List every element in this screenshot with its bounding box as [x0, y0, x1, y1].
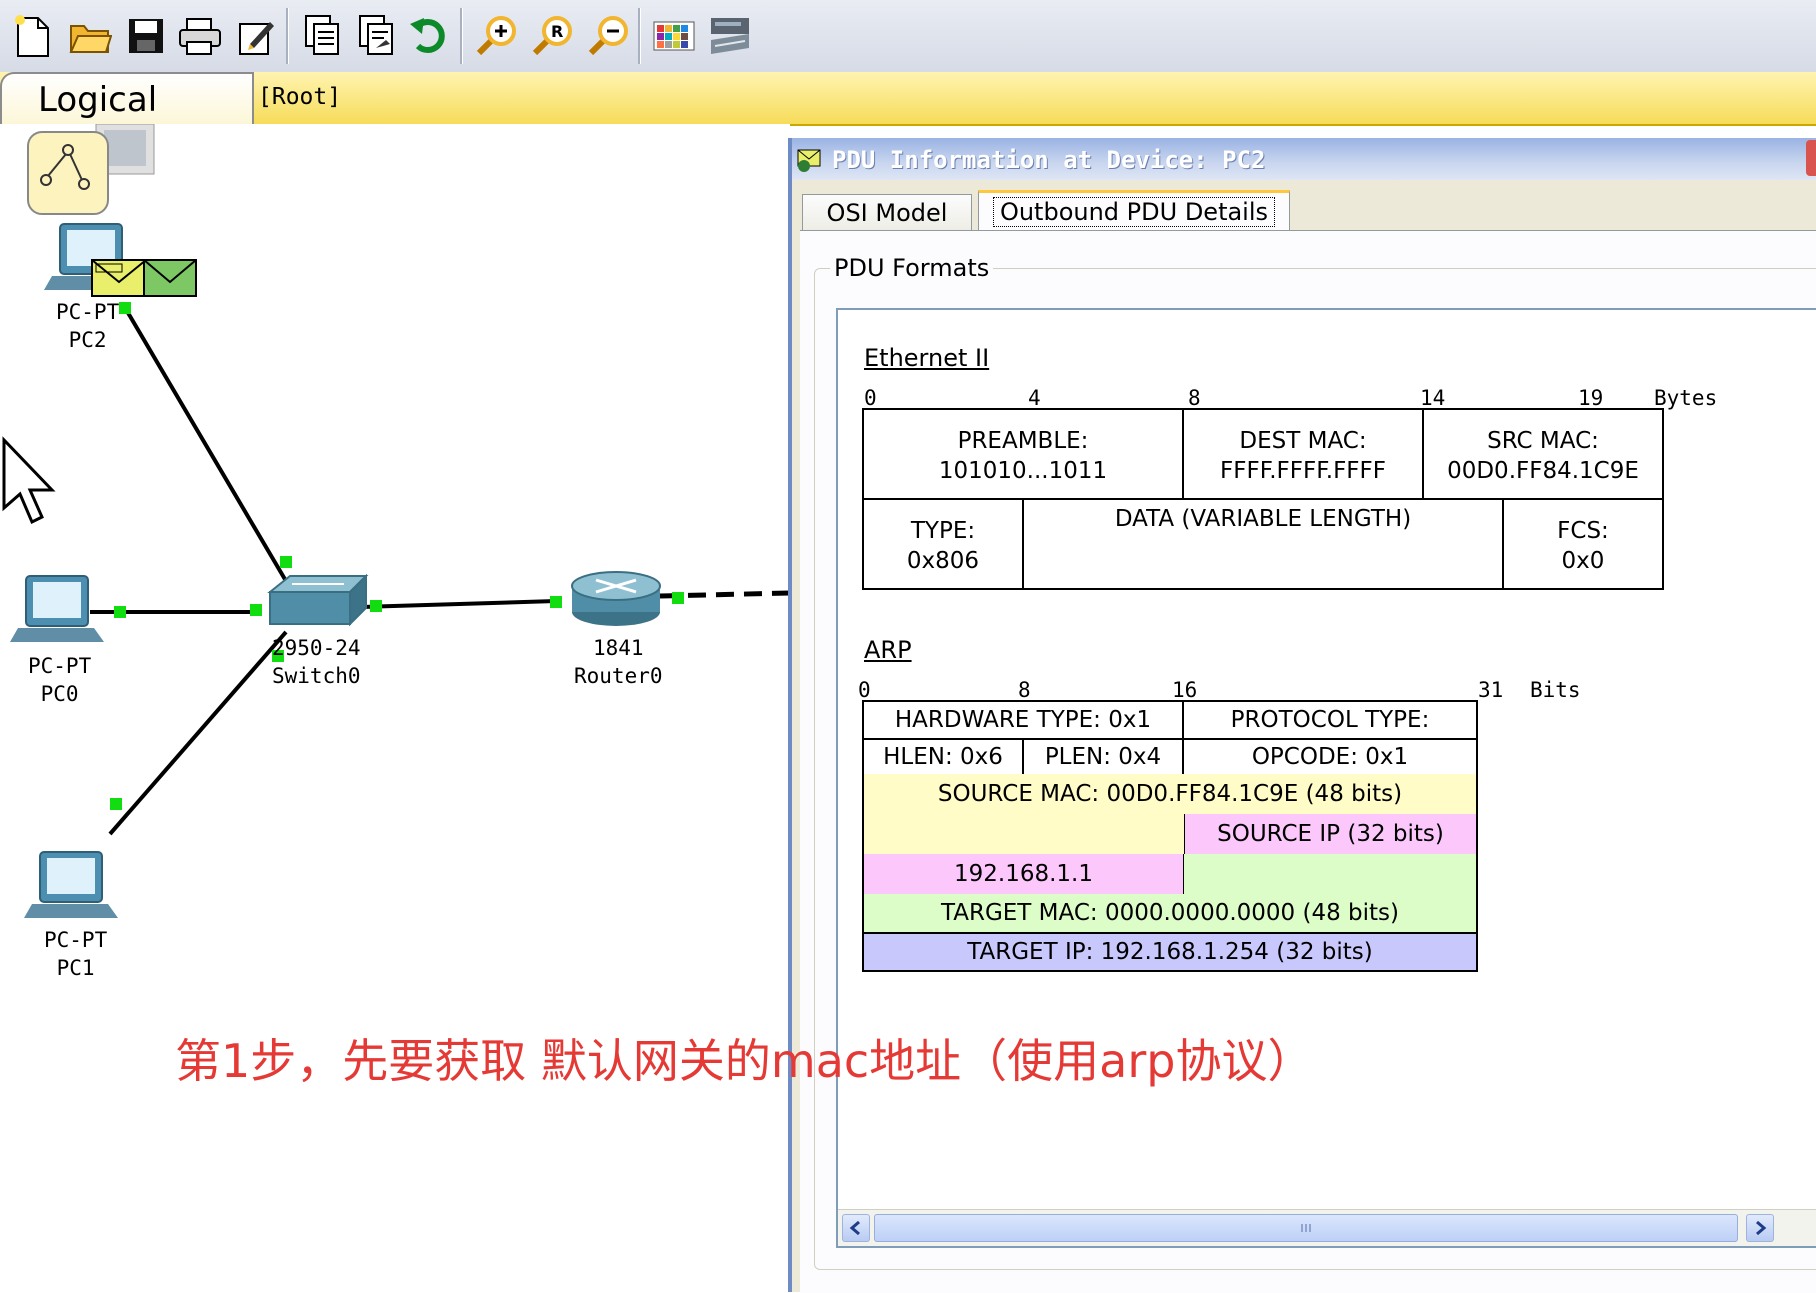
plen-field: PLEN: 0x4: [1022, 738, 1184, 776]
router0-label: 1841 Router0: [574, 636, 663, 688]
byte-offset: 14: [1420, 386, 1446, 410]
link-pc2-switch: [122, 304, 298, 600]
zoom-in-icon[interactable]: [470, 8, 522, 64]
ethernet-section-title: Ethernet II: [864, 344, 990, 372]
root-breadcrumb[interactable]: [Root]: [258, 84, 341, 110]
pdu-formats-pane[interactable]: Ethernet II 0 4 8 14 19 Bytes PREAMBLE: 1…: [836, 308, 1816, 1248]
copy-icon[interactable]: [296, 8, 348, 64]
scroll-left-button[interactable]: [842, 1214, 870, 1242]
source-mac-field: SOURCE MAC: 00D0.FF84.1C9E (48 bits): [862, 774, 1478, 814]
custom-device-icon[interactable]: [704, 8, 756, 64]
byte-offset: 8: [1188, 386, 1201, 410]
window-title: PDU Information at Device: PC2: [832, 146, 1266, 174]
fcs-field: FCS: 0x0: [1502, 498, 1664, 590]
pc2-device[interactable]: [44, 223, 197, 297]
chevron-right-icon: [1756, 1221, 1767, 1235]
pc1-device[interactable]: [24, 851, 118, 918]
tab-osi-model[interactable]: OSI Model: [802, 194, 972, 230]
zoom-reset-icon[interactable]: R: [526, 8, 578, 64]
target-mac-field-start: [1184, 854, 1478, 894]
bit-offset: 0: [858, 678, 871, 702]
open-icon[interactable]: [64, 8, 116, 64]
target-mac-field: TARGET MAC: 0000.0000.0000 (48 bits): [862, 894, 1478, 934]
window-titlebar[interactable]: PDU Information at Device: PC2: [792, 138, 1816, 180]
scrollbar-thumb[interactable]: [874, 1214, 1738, 1242]
protocol-type-field: PROTOCOL TYPE:: [1182, 700, 1478, 740]
palette-icon[interactable]: [648, 8, 700, 64]
print-icon[interactable]: [174, 8, 226, 64]
horizontal-scrollbar[interactable]: [838, 1209, 1816, 1246]
router0-device[interactable]: [571, 571, 661, 626]
byte-unit: Bytes: [1654, 386, 1718, 410]
switch0-label: 2950-24 Switch0: [272, 636, 361, 688]
close-button[interactable]: [1806, 140, 1816, 176]
logical-tab-label: Logical: [38, 80, 158, 120]
svg-text:R: R: [551, 22, 563, 41]
data-field: DATA (VARIABLE LENGTH): [1022, 498, 1504, 590]
hardware-type-field: HARDWARE TYPE: 0x1: [862, 700, 1184, 740]
grip-icon: [1301, 1224, 1311, 1232]
pc2-label: PC-PT PC2: [56, 300, 120, 352]
pc1-label: PC-PT PC1: [44, 928, 108, 980]
chevron-left-icon: [849, 1221, 860, 1235]
src-mac-field: SRC MAC: 00D0.FF84.1C9E: [1422, 408, 1664, 500]
type-field: TYPE: 0x806: [862, 498, 1024, 590]
arp-section-title: ARP: [864, 636, 912, 664]
pdu-formats-label: PDU Formats: [830, 254, 994, 282]
main-toolbar: R: [0, 0, 1816, 73]
target-ip-field: TARGET IP: 192.168.1.254 (32 bits): [862, 932, 1478, 972]
byte-offset: 0: [864, 386, 877, 410]
source-ip-field: SOURCE IP (32 bits): [1184, 814, 1478, 854]
pdu-window-icon: [797, 149, 821, 172]
pc0-device[interactable]: [10, 575, 104, 642]
scroll-right-button[interactable]: [1746, 1214, 1774, 1242]
byte-offset: 19: [1578, 386, 1604, 410]
save-icon[interactable]: [120, 8, 172, 64]
annotation-text: 第1步，先要获取 默认网关的mac地址（使用arp协议）: [175, 1034, 1314, 1088]
dest-mac-field: DEST MAC: FFFF.FFFF.FFFF: [1182, 408, 1424, 500]
bit-offset: 31: [1478, 678, 1504, 702]
switch0-device[interactable]: [267, 573, 369, 627]
undo-icon[interactable]: [404, 8, 456, 64]
mouse-pointer-icon: [2, 436, 56, 525]
preamble-field: PREAMBLE: 101010...1011: [862, 408, 1184, 500]
activity-wizard-icon[interactable]: [230, 8, 282, 64]
pdu-info-window: PDU Information at Device: PC2 OSI Model…: [788, 138, 1816, 1293]
bit-offset: 8: [1018, 678, 1031, 702]
pc0-label: PC-PT PC0: [28, 654, 92, 706]
new-icon[interactable]: [6, 8, 58, 64]
logical-workspace[interactable]: PC-PT PC2 PC-PT PC0 PC-PT PC1 2950-24 Switch…: [0, 124, 790, 1292]
cluster-icon[interactable]: [27, 124, 155, 215]
byte-offset: 4: [1028, 386, 1041, 410]
link-switch-router: [361, 599, 557, 609]
tab-outbound-pdu-details[interactable]: Outbound PDU Details: [978, 190, 1290, 230]
source-ip-value: 192.168.1.1: [862, 854, 1184, 894]
source-mac-field-continued: [862, 814, 1184, 854]
opcode-field: OPCODE: 0x1: [1182, 738, 1478, 776]
hlen-field: HLEN: 0x6: [862, 738, 1024, 776]
link-pc1-switch: [108, 630, 288, 836]
bit-offset: 16: [1172, 678, 1198, 702]
bit-unit: Bits: [1530, 678, 1581, 702]
zoom-out-icon[interactable]: [582, 8, 634, 64]
paste-icon[interactable]: [350, 8, 402, 64]
